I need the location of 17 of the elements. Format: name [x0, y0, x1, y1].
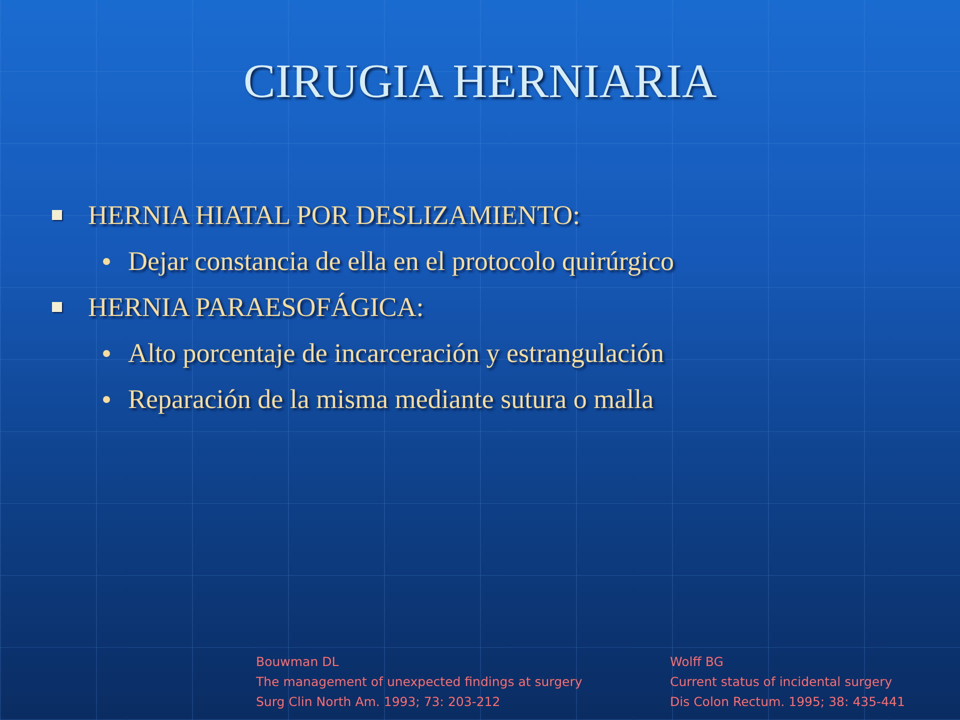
reference-line: Wolff BG [670, 653, 724, 671]
dot-bullet-icon [103, 396, 110, 402]
bullet-text: Dejar constancia de ella en el protocolo quirúrgico [128, 246, 674, 276]
bullet-text: HERNIA PARAESOFÁGICA: [88, 292, 424, 322]
square-bullet-icon [52, 210, 62, 220]
dot-bullet-icon [103, 258, 110, 264]
bullet-text: HERNIA HIATAL POR DESLIZAMIENTO: [88, 200, 580, 230]
bullet-text: Alto porcentaje de incarceración y estrangulación [128, 338, 664, 368]
dot-bullet-icon [103, 350, 110, 356]
reference-line: Bouwman DL [256, 653, 340, 671]
reference-line: The management of unexpected findings at surgery [256, 673, 584, 691]
bullet-text: Reparación de la misma mediante sutura o malla [128, 384, 654, 414]
slide-title: CIRUGIA HERNIARIA [242, 58, 718, 106]
square-bullet-icon [52, 302, 62, 312]
reference-line: Current status of incidental surgery [670, 673, 894, 691]
reference-line: Dis Colon Rectum. 1995; 38: 435-441 [670, 693, 905, 711]
reference-line: Surg Clin North Am. 1993; 73: 203-212 [256, 693, 502, 711]
